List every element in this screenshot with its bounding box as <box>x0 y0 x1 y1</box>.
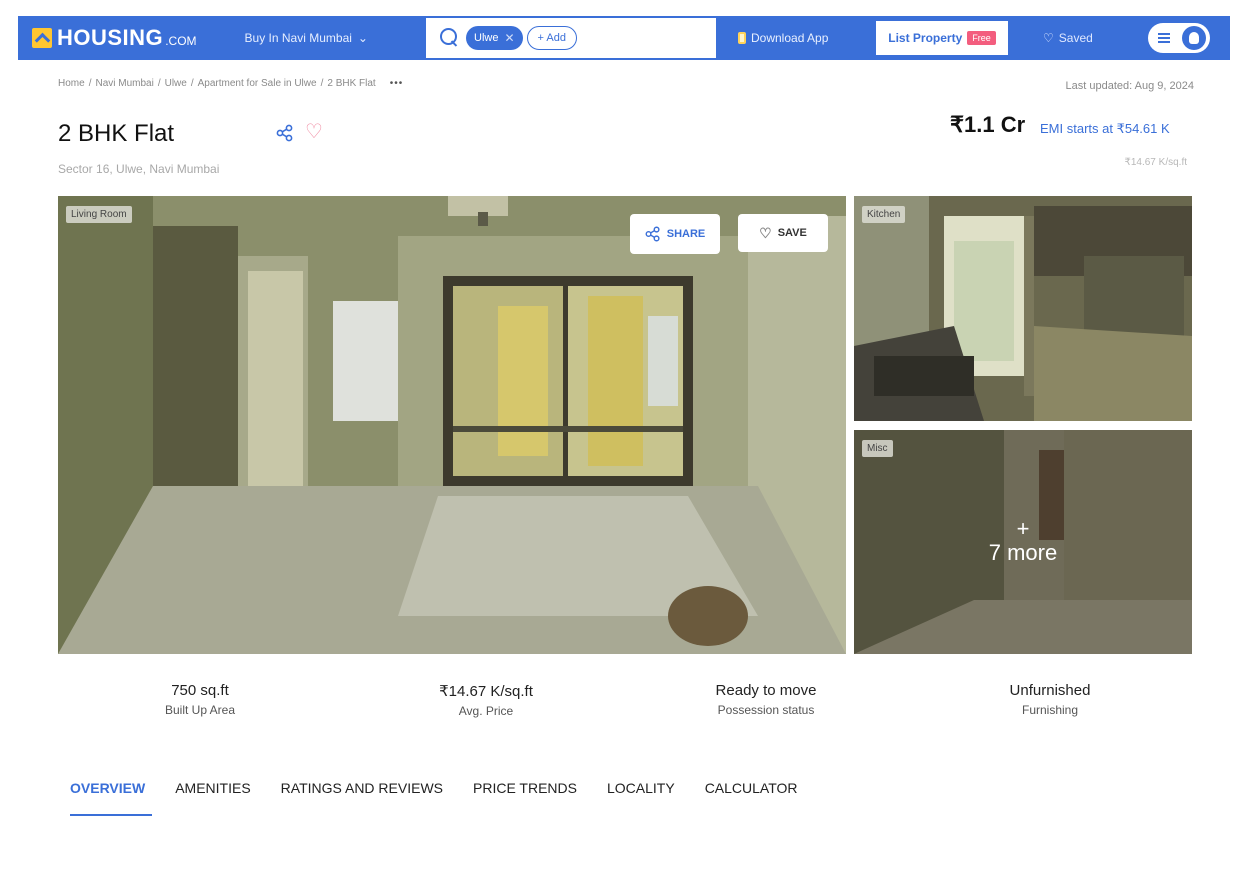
breadcrumb-item-home[interactable]: Home <box>58 78 85 89</box>
stat-label: Avg. Price <box>458 704 514 718</box>
emi-link[interactable]: EMI starts at ₹54.61 K <box>1040 121 1170 137</box>
chevron-down-icon: ⌄ <box>357 31 368 45</box>
tab-amenities[interactable]: AMENITIES <box>175 780 250 816</box>
stat-built-up-area: 750 sq.ft Built Up Area <box>110 682 290 717</box>
tab-calculator[interactable]: CALCULATOR <box>705 780 798 816</box>
stat-furnishing: Unfurnished Furnishing <box>960 682 1140 717</box>
stat-avg-price: ₹14.67 K/sq.ft Avg. Price <box>396 682 576 718</box>
tab-overview[interactable]: OVERVIEW <box>70 780 153 816</box>
stat-value: Unfurnished <box>1009 682 1091 699</box>
share-button-label: SHARE <box>666 228 706 240</box>
photo-kitchen[interactable]: Kitchen <box>854 196 1192 421</box>
account-menu-button[interactable] <box>1148 23 1210 53</box>
stat-value: ₹14.67 K/sq.ft <box>439 683 533 700</box>
plus-icon: + <box>1016 516 1030 541</box>
hamburger-menu-icon <box>1158 33 1170 43</box>
download-app-link[interactable]: Download App <box>738 31 828 45</box>
logo-suffix: .COM <box>165 34 197 48</box>
heart-icon: ♡ <box>1043 31 1054 45</box>
breadcrumb-item-category[interactable]: Apartment for Sale in Ulwe <box>198 78 317 89</box>
house-logo-icon <box>32 28 52 48</box>
locality-text: Sector 16, Ulwe, Navi Mumbai <box>58 162 220 176</box>
tab-ratings-and-reviews[interactable]: RATINGS AND REVIEWS <box>281 780 443 816</box>
kitchen-photo <box>854 196 1192 421</box>
tab-locality[interactable]: LOCALITY <box>607 780 675 816</box>
breadcrumb-separator: / <box>88 78 92 89</box>
free-badge: Free <box>967 31 996 45</box>
heart-icon: ♡ <box>759 224 772 241</box>
price-per-sqft: ₹14.67 K/sq.ft <box>1124 157 1187 168</box>
saved-link[interactable]: ♡ Saved <box>1043 31 1093 45</box>
search-chip-ulwe[interactable]: Ulwe ✕ <box>466 26 523 50</box>
last-updated: Last updated: Aug 9, 2024 <box>1065 80 1194 92</box>
more-photos-overlay[interactable]: + 7 more <box>854 430 1192 654</box>
breadcrumb-item-current: 2 BHK Flat <box>327 78 376 89</box>
page-title: 2 BHK Flat <box>58 120 175 147</box>
breadcrumb-more-button[interactable]: ••• <box>390 78 404 89</box>
add-locality-button[interactable]: + Add <box>526 26 577 50</box>
stat-label: Built Up Area <box>164 703 236 717</box>
share-icon <box>645 226 660 242</box>
photo-misc-more[interactable]: Misc + 7 more <box>854 430 1192 654</box>
more-photos-label: 7 more <box>988 540 1058 565</box>
section-tabs: OVERVIEW AMENITIES RATINGS AND REVIEWS P… <box>70 780 828 816</box>
breadcrumb-item-locality[interactable]: Ulwe <box>165 78 187 89</box>
share-button[interactable]: SHARE <box>630 214 720 254</box>
stat-value: 750 sq.ft <box>171 682 229 699</box>
living-room-photo <box>58 196 846 654</box>
stat-value: Ready to move <box>715 682 817 699</box>
search-box[interactable]: Ulwe ✕ + Add <box>426 18 716 58</box>
stat-possession: Ready to move Possession status <box>676 682 856 717</box>
breadcrumb-separator: / <box>190 78 194 89</box>
city-select-label: Buy In Navi Mumbai <box>244 31 352 45</box>
phone-icon <box>738 32 746 44</box>
breadcrumb-item-city[interactable]: Navi Mumbai <box>95 78 153 89</box>
search-icon[interactable] <box>440 28 460 48</box>
top-nav-bar: HOUSING .COM Buy In Navi Mumbai ⌄ Ulwe ✕… <box>18 16 1230 60</box>
download-app-label: Download App <box>751 31 829 45</box>
list-property-label: List Property <box>888 31 963 45</box>
breadcrumb-separator: / <box>157 78 161 89</box>
save-button-label: SAVE <box>777 227 807 239</box>
logo-text: HOUSING <box>57 25 164 50</box>
breadcrumb: Home / Navi Mumbai / Ulwe / Apartment fo… <box>58 78 403 89</box>
close-icon[interactable]: ✕ <box>504 31 514 45</box>
share-icon[interactable] <box>276 124 294 142</box>
housing-logo[interactable]: HOUSING .COM <box>32 25 197 51</box>
heart-icon[interactable]: ♡ <box>305 119 323 144</box>
main-photo-living-room[interactable]: Living Room SHARE ♡ SAVE <box>58 196 846 654</box>
photo-tag-living-room: Living Room <box>66 206 132 223</box>
stat-label: Possession status <box>717 703 815 717</box>
breadcrumb-separator: / <box>320 78 324 89</box>
list-property-button[interactable]: List Property Free <box>876 21 1008 55</box>
search-chip-label: Ulwe <box>474 32 499 44</box>
stat-label: Furnishing <box>1021 703 1079 717</box>
city-select-dropdown[interactable]: Buy In Navi Mumbai ⌄ <box>245 31 368 45</box>
tab-price-trends[interactable]: PRICE TRENDS <box>473 780 577 816</box>
photo-tag-kitchen: Kitchen <box>862 206 906 223</box>
price: ₹1.1 Cr <box>950 112 1026 137</box>
save-button[interactable]: ♡ SAVE <box>738 214 828 252</box>
avatar <box>1182 26 1206 50</box>
saved-label: Saved <box>1058 31 1093 45</box>
